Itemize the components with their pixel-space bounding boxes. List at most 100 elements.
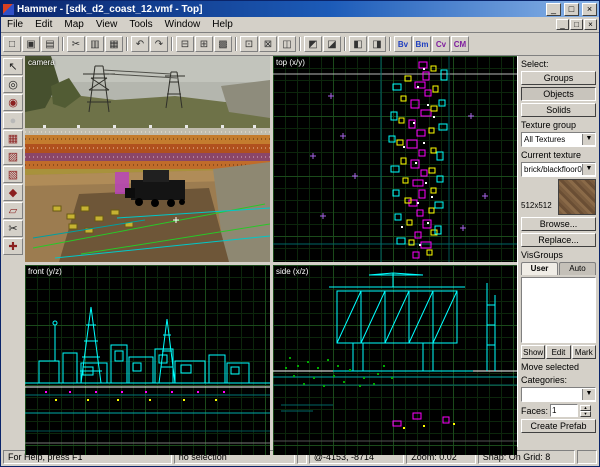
faces-input[interactable]: 1 <box>550 404 578 417</box>
visgroups-list[interactable] <box>521 277 596 343</box>
toolbar-separator <box>344 37 346 51</box>
chevron-down-icon[interactable]: ▼ <box>582 164 595 175</box>
mdi-restore-button[interactable]: □ <box>570 19 583 30</box>
browse-button[interactable]: Browse... <box>521 217 596 231</box>
mark-button[interactable]: Mark <box>572 345 596 359</box>
toolbar-separator <box>389 37 391 51</box>
viewport-3d-camera[interactable]: camera <box>25 56 270 262</box>
menu-map[interactable]: Map <box>58 18 89 31</box>
menu-help[interactable]: Help <box>206 18 239 31</box>
toggle-models-icon[interactable]: Bm <box>413 36 431 52</box>
texture-group-value: All Textures <box>522 135 582 144</box>
select-mode-objects-button[interactable]: Objects <box>521 87 596 101</box>
entity-tool-icon[interactable]: ● <box>3 112 23 129</box>
show-all-icon[interactable]: ◪ <box>323 36 341 52</box>
main-area: ↖ ◎ ◉ ● ▦ ▨ ▧ ◆ ▱ ✂ ✚ camera <box>1 56 599 447</box>
selection-tool-icon[interactable]: ↖ <box>3 58 23 75</box>
minimize-button[interactable]: _ <box>546 3 561 16</box>
open-file-icon[interactable]: ▣ <box>22 36 40 52</box>
toolbar-separator <box>235 37 237 51</box>
camera-viewport-render <box>25 56 270 262</box>
categories-select[interactable]: ▼ <box>521 387 596 402</box>
maximize-button[interactable]: □ <box>564 3 579 16</box>
current-texture-name: brick/blackfloor001a <box>522 165 582 174</box>
camera-tool-icon[interactable]: ◉ <box>3 94 23 111</box>
viewport-2d-top[interactable]: top (x/y) <box>273 56 517 262</box>
apply-texture-icon[interactable]: ▧ <box>3 166 23 183</box>
faces-stepper: ▲ ▼ <box>580 405 591 417</box>
viewport-camera-label: camera <box>28 58 55 67</box>
toolbar-separator <box>171 37 173 51</box>
close-button[interactable]: × <box>582 3 597 16</box>
visgroups-label: VisGroups <box>521 250 596 260</box>
texture-preview-row: 512x512 <box>521 179 596 215</box>
menu-edit[interactable]: Edit <box>29 18 58 31</box>
carve-icon[interactable]: ◧ <box>349 36 367 52</box>
texture-preview[interactable] <box>558 179 596 215</box>
cordon-view-icon[interactable]: Cv <box>432 36 450 52</box>
menu-tools[interactable]: Tools <box>123 18 158 31</box>
save-file-icon[interactable]: ▤ <box>41 36 59 52</box>
vertex-tool-icon[interactable]: ✚ <box>3 238 23 255</box>
map-tools-palette: ↖ ◎ ◉ ● ▦ ▨ ▧ ◆ ▱ ✂ ✚ <box>1 56 25 447</box>
menu-window[interactable]: Window <box>159 18 207 31</box>
spin-down-icon[interactable]: ▼ <box>580 411 591 417</box>
cordon-edit-icon[interactable]: CM <box>451 36 469 52</box>
grid-larger-icon[interactable]: ⊞ <box>195 36 213 52</box>
texture-application-icon[interactable]: ▨ <box>3 148 23 165</box>
front-viewport-render <box>25 265 270 455</box>
edit-button[interactable]: Edit <box>546 345 570 359</box>
main-toolbar: □ ▣ ▤ ✂ ▥ ▦ ↶ ↷ ⊟ ⊞ ▩ ⊡ ⊠ ◫ ◩ ◪ ◧ ◨ Bv B… <box>1 33 599 56</box>
magnify-tool-icon[interactable]: ◎ <box>3 76 23 93</box>
viewport-quad: camera <box>25 56 517 447</box>
menu-view[interactable]: View <box>90 18 124 31</box>
select-mode-groups-button[interactable]: Groups <box>521 71 596 85</box>
viewport-top-label: top (x/y) <box>276 58 305 67</box>
chevron-down-icon[interactable]: ▼ <box>582 134 595 145</box>
viewport-front-label: front (y/z) <box>28 267 62 276</box>
texture-group-select[interactable]: All Textures ▼ <box>521 132 596 147</box>
group-icon[interactable]: ⊡ <box>240 36 258 52</box>
visgroups-tabs: User Auto <box>521 262 596 275</box>
paste-icon[interactable]: ▦ <box>105 36 123 52</box>
create-prefab-button[interactable]: Create Prefab <box>521 419 596 433</box>
undo-icon[interactable]: ↶ <box>131 36 149 52</box>
chevron-down-icon[interactable]: ▼ <box>582 389 595 400</box>
redo-icon[interactable]: ↷ <box>150 36 168 52</box>
select-label: Select: <box>521 59 596 69</box>
tab-user[interactable]: User <box>521 262 558 275</box>
hollow-icon[interactable]: ◨ <box>368 36 386 52</box>
cut-icon[interactable]: ✂ <box>67 36 85 52</box>
copy-icon[interactable]: ▥ <box>86 36 104 52</box>
block-tool-icon[interactable]: ▦ <box>3 130 23 147</box>
decal-tool-icon[interactable]: ◆ <box>3 184 23 201</box>
status-resize-grip <box>577 450 597 464</box>
viewport-2d-side[interactable]: side (x/z) <box>273 265 517 455</box>
current-texture-label: Current texture <box>521 150 596 160</box>
new-file-icon[interactable]: □ <box>3 36 21 52</box>
toolbar-separator <box>126 37 128 51</box>
side-viewport-render <box>273 265 517 455</box>
grid-smaller-icon[interactable]: ⊟ <box>176 36 194 52</box>
overlay-tool-icon[interactable]: ▱ <box>3 202 23 219</box>
texture-group-label: Texture group <box>521 120 596 130</box>
toggle-helpers-icon[interactable]: Bv <box>394 36 412 52</box>
window-title: Hammer - [sdk_d2_coast_12.vmf - Top] <box>17 4 543 15</box>
app-icon <box>3 4 14 15</box>
replace-button[interactable]: Replace... <box>521 233 596 247</box>
object-properties-panel: Select: Groups Objects Solids Texture gr… <box>517 56 599 447</box>
select-mode-solids-button[interactable]: Solids <box>521 103 596 117</box>
viewport-2d-front[interactable]: front (y/z) <box>25 265 270 455</box>
ignore-groups-icon[interactable]: ◫ <box>278 36 296 52</box>
tab-auto[interactable]: Auto <box>559 262 596 275</box>
hide-selected-icon[interactable]: ◩ <box>304 36 322 52</box>
menu-file[interactable]: File <box>1 18 29 31</box>
clipper-tool-icon[interactable]: ✂ <box>3 220 23 237</box>
toolbar-separator <box>299 37 301 51</box>
mdi-minimize-button[interactable]: _ <box>556 19 569 30</box>
show-button[interactable]: Show <box>521 345 545 359</box>
toggle-grid-icon[interactable]: ▩ <box>214 36 232 52</box>
mdi-close-button[interactable]: × <box>584 19 597 30</box>
ungroup-icon[interactable]: ⊠ <box>259 36 277 52</box>
current-texture-select[interactable]: brick/blackfloor001a ▼ <box>521 162 596 177</box>
